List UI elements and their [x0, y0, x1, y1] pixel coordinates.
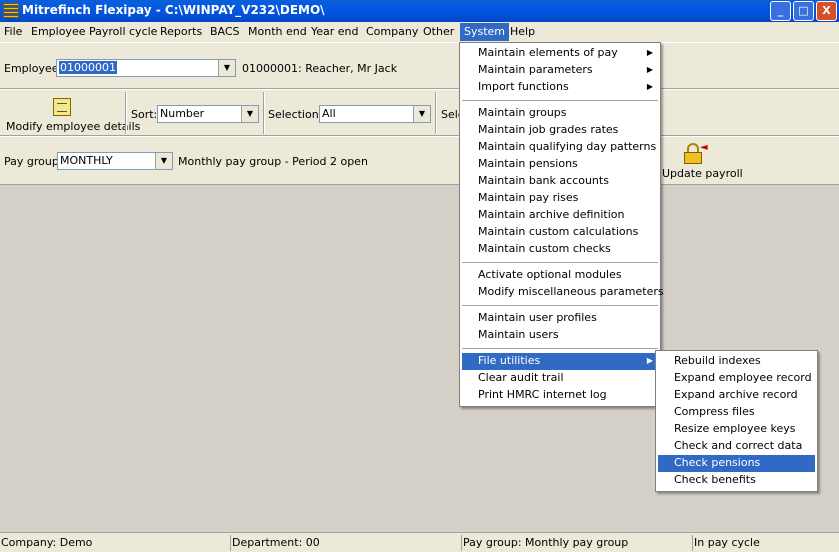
employee-combo[interactable]: 01000001 ▼ — [56, 59, 236, 77]
menu-payroll-cycle[interactable]: Payroll cycle — [89, 25, 157, 38]
chevron-down-icon[interactable]: ▼ — [413, 106, 430, 122]
update-payroll-button[interactable]: ◄ Update payroll — [658, 139, 743, 183]
menu-system[interactable]: System — [460, 23, 510, 41]
close-button[interactable]: X — [816, 1, 837, 21]
menu-file[interactable]: File — [4, 25, 22, 38]
menu-item-maintain-users[interactable]: Maintain users — [462, 327, 658, 344]
menu-separator — [462, 262, 658, 263]
menu-separator — [462, 348, 658, 349]
employee-description: 01000001: Reacher, Mr Jack — [242, 62, 398, 75]
update-payroll-label: Update payroll — [662, 167, 743, 180]
minimize-button[interactable]: _ — [770, 1, 791, 21]
menu-item-print-hmrc-internet-log[interactable]: Print HMRC internet log — [462, 387, 658, 404]
selection-value: All — [322, 107, 336, 120]
employee-record-icon — [53, 98, 71, 116]
menu-item-check-and-correct-data[interactable]: Check and correct data — [658, 438, 815, 455]
toolbar: Modify employee details Sort: Number ▼ S… — [0, 89, 839, 136]
chevron-right-icon: ▶ — [646, 65, 653, 74]
toolbar-divider — [263, 92, 265, 134]
menu-item-maintain-parameters[interactable]: Maintain parameters ▶ — [462, 62, 658, 79]
app-icon[interactable] — [3, 3, 19, 19]
chevron-down-icon[interactable]: ▼ — [241, 106, 258, 122]
title-bar[interactable]: Mitrefinch Flexipay - C:\WINPAY_V232\DEM… — [0, 0, 839, 22]
toolbar-divider — [435, 92, 437, 134]
menu-item-maintain-archive-definition[interactable]: Maintain archive definition — [462, 207, 658, 224]
toolbar-divider — [125, 92, 127, 134]
status-company: Company: Demo — [1, 536, 93, 549]
menu-month-end[interactable]: Month end — [248, 25, 307, 38]
menu-item-expand-employee-record[interactable]: Expand employee record — [658, 370, 815, 387]
menu-item-maintain-job-grades-rates[interactable]: Maintain job grades rates — [462, 122, 658, 139]
menu-item-maintain-custom-checks[interactable]: Maintain custom checks — [462, 241, 658, 258]
menu-item-maintain-user-profiles[interactable]: Maintain user profiles — [462, 310, 658, 327]
window-title: Mitrefinch Flexipay - C:\WINPAY_V232\DEM… — [22, 3, 325, 17]
sort-label: Sort: — [131, 108, 158, 121]
menu-item-check-pensions[interactable]: Check pensions — [658, 455, 815, 472]
menu-item-maintain-qualifying-day-patterns[interactable]: Maintain qualifying day patterns — [462, 139, 658, 156]
menu-item-import-functions[interactable]: Import functions ▶ — [462, 79, 658, 96]
paygroup-bar: Pay group: MONTHLY ▼ Monthly pay group -… — [0, 136, 839, 185]
menu-item-clear-audit-trail[interactable]: Clear audit trail — [462, 370, 658, 387]
lock-icon: ◄ — [684, 143, 708, 165]
chevron-right-icon: ▶ — [646, 82, 653, 91]
menu-item-rebuild-indexes[interactable]: Rebuild indexes — [658, 353, 815, 370]
system-menu: Maintain elements of pay ▶ Maintain param… — [459, 42, 664, 407]
menu-reports[interactable]: Reports — [160, 25, 202, 38]
employee-bar: Employee: 01000001 ▼ 01000001: Reacher, … — [0, 42, 839, 89]
selection-combo[interactable]: All ▼ — [319, 105, 431, 123]
status-department: Department: 00 — [230, 535, 458, 551]
modify-employee-button[interactable]: Modify employee details — [0, 90, 140, 136]
paygroup-label: Pay group: — [4, 155, 63, 168]
menu-item-maintain-custom-calculations[interactable]: Maintain custom calculations — [462, 224, 658, 241]
menu-separator — [462, 100, 658, 101]
paygroup-description: Monthly pay group - Period 2 open — [178, 155, 368, 168]
menu-item-maintain-pay-rises[interactable]: Maintain pay rises — [462, 190, 658, 207]
chevron-right-icon: ▶ — [646, 48, 653, 57]
menu-item-file-utilities[interactable]: File utilities ▶ — [462, 353, 658, 370]
employee-label: Employee: — [4, 62, 63, 75]
menu-year-end[interactable]: Year end — [311, 25, 359, 38]
employee-value: 01000001 — [59, 61, 117, 74]
chevron-right-icon: ▶ — [646, 356, 653, 365]
menu-bacs[interactable]: BACS — [210, 25, 240, 38]
sort-value: Number — [160, 107, 205, 120]
status-bar: Company: Demo Department: 00 Pay group: … — [0, 532, 839, 552]
menu-help[interactable]: Help — [510, 25, 535, 38]
maximize-button[interactable]: □ — [793, 1, 814, 21]
menu-item-expand-archive-record[interactable]: Expand archive record — [658, 387, 815, 404]
menu-separator — [462, 305, 658, 306]
menu-item-maintain-elements-of-pay[interactable]: Maintain elements of pay ▶ — [462, 45, 658, 62]
menu-other[interactable]: Other — [423, 25, 454, 38]
menu-item-maintain-groups[interactable]: Maintain groups — [462, 105, 658, 122]
menu-item-maintain-bank-accounts[interactable]: Maintain bank accounts — [462, 173, 658, 190]
menu-bar: File Employee Payroll cycle Reports BACS… — [0, 22, 839, 42]
selection-label: Selection: — [268, 108, 323, 121]
modify-employee-label: Modify employee details — [6, 120, 141, 133]
chevron-down-icon[interactable]: ▼ — [218, 60, 235, 76]
status-state: In pay cycle — [692, 535, 839, 551]
menu-item-maintain-pensions[interactable]: Maintain pensions — [462, 156, 658, 173]
menu-item-resize-employee-keys[interactable]: Resize employee keys — [658, 421, 815, 438]
menu-item-modify-miscellaneous-parameters[interactable]: Modify miscellaneous parameters — [462, 284, 664, 301]
sort-combo[interactable]: Number ▼ — [157, 105, 259, 123]
chevron-down-icon[interactable]: ▼ — [155, 153, 172, 169]
menu-item-check-benefits[interactable]: Check benefits — [658, 472, 815, 489]
paygroup-combo[interactable]: MONTHLY ▼ — [57, 152, 173, 170]
menu-item-compress-files[interactable]: Compress files — [658, 404, 815, 421]
menu-item-activate-optional-modules[interactable]: Activate optional modules — [462, 267, 658, 284]
status-pay-group: Pay group: Monthly pay group — [461, 535, 691, 551]
paygroup-value: MONTHLY — [60, 154, 113, 167]
menu-employee[interactable]: Employee — [31, 25, 85, 38]
menu-company[interactable]: Company — [366, 25, 418, 38]
file-utilities-submenu: Rebuild indexes Expand employee record E… — [655, 350, 818, 492]
